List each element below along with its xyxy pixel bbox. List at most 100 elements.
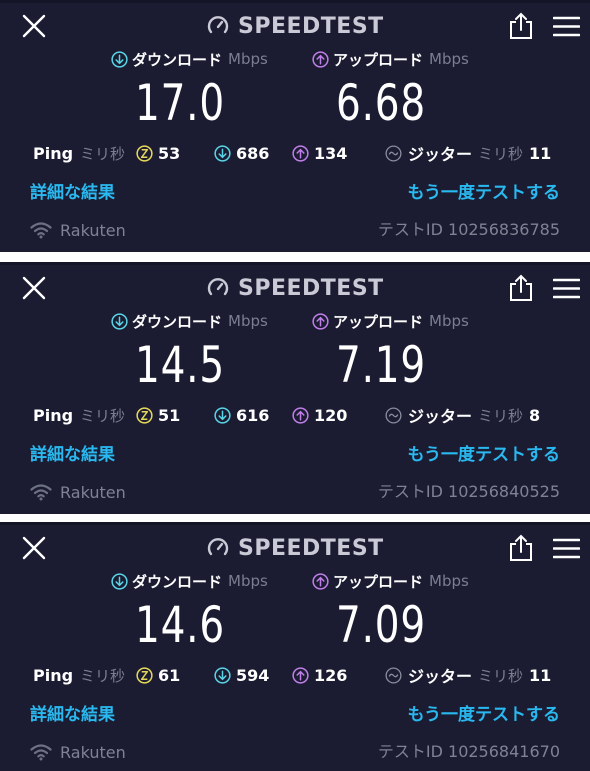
upload-unit: Mbps [429, 50, 469, 68]
retest-link[interactable]: もう一度テストする [408, 700, 561, 725]
ping-upload: 126 [292, 662, 347, 688]
ping-label: Ping [33, 405, 74, 425]
download-label: ダウンロード Mbps [111, 310, 268, 332]
gauge-icon [207, 278, 229, 296]
wifi-icon [30, 484, 52, 501]
app-title: SPEEDTEST [206, 272, 384, 304]
download-value: 17.0 [135, 74, 225, 132]
idle-ping-icon [136, 144, 153, 162]
wifi-icon [30, 744, 52, 761]
share-icon[interactable] [508, 12, 534, 40]
ping-idle-value: 53 [158, 143, 181, 163]
upload-value: 6.68 [336, 74, 426, 132]
idle-ping-icon [136, 666, 153, 684]
ping-idle: 51 [136, 402, 180, 428]
close-icon[interactable] [22, 536, 46, 560]
jitter-unit: ミリ秒 [478, 144, 524, 163]
ping-idle: 53 [136, 140, 180, 166]
upload-label: アップロード Mbps [312, 310, 469, 332]
retest-link[interactable]: もう一度テストする [408, 178, 561, 203]
provider-row: Rakuten [30, 740, 126, 764]
ping-idle-value: 51 [158, 405, 181, 425]
ping-label: Ping [33, 665, 74, 685]
menu-icon[interactable] [553, 16, 580, 37]
provider-row: Rakuten [30, 218, 126, 242]
download-label: ダウンロード Mbps [111, 570, 268, 592]
ping-upload: 134 [292, 140, 347, 166]
idle-ping-icon [136, 406, 153, 424]
wifi-icon [30, 222, 52, 239]
ping-row: Ping ミリ秒 51 616 120 ジッター ミリ秒 8 [33, 402, 573, 428]
jitter-label: ジッター [408, 407, 473, 426]
upload-value: 7.09 [336, 596, 426, 654]
download-unit: Mbps [228, 312, 268, 330]
download-label-text: ダウンロード [132, 572, 223, 591]
upload-label: アップロード Mbps [312, 48, 469, 70]
arrow-up-circle-icon [292, 144, 309, 162]
gauge-icon [207, 538, 229, 556]
arrow-up-circle-icon [312, 50, 329, 68]
ping-row: Ping ミリ秒 61 594 126 ジッター ミリ秒 11 [33, 662, 573, 688]
jitter-icon [385, 406, 402, 424]
upload-label-text: アップロード [333, 572, 424, 591]
ping-unit: ミリ秒 [80, 144, 126, 163]
arrow-down-circle-icon [111, 50, 128, 68]
jitter-value: 8 [529, 405, 541, 425]
jitter: ジッター ミリ秒 11 [385, 662, 551, 688]
speedtest-result-panel: SPEEDTEST ダウンロード Mbps アップロード Mbps 17.0 6… [0, 0, 590, 252]
arrow-down-circle-icon [214, 144, 231, 162]
speedtest-result-panel: SPEEDTEST ダウンロード Mbps アップロード Mbps 14.6 7… [0, 522, 590, 771]
jitter-label: ジッター [408, 145, 473, 164]
upload-label-text: アップロード [333, 312, 424, 331]
ping-download-value: 594 [236, 665, 270, 685]
ping-upload-value: 120 [314, 405, 348, 425]
test-id: テストID 10256836785 [377, 220, 560, 239]
ping-idle-value: 61 [158, 665, 181, 685]
test-id: テストID 10256841670 [377, 742, 560, 761]
download-label-text: ダウンロード [132, 50, 223, 69]
ping-label: Ping [33, 143, 74, 163]
jitter-label: ジッター [408, 667, 473, 686]
arrow-up-circle-icon [292, 406, 309, 424]
ping-idle: 61 [136, 662, 180, 688]
share-icon[interactable] [508, 274, 534, 302]
detailed-results-link[interactable]: 詳細な結果 [30, 178, 115, 203]
close-icon[interactable] [22, 14, 46, 38]
jitter-icon [385, 144, 402, 162]
menu-icon[interactable] [553, 538, 580, 559]
download-value: 14.6 [135, 596, 225, 654]
close-icon[interactable] [22, 276, 46, 300]
jitter: ジッター ミリ秒 8 [385, 402, 540, 428]
provider-row: Rakuten [30, 480, 126, 504]
jitter: ジッター ミリ秒 11 [385, 140, 551, 166]
upload-label-text: アップロード [333, 50, 424, 69]
jitter-unit: ミリ秒 [478, 406, 524, 425]
ping-download: 616 [214, 402, 269, 428]
detailed-results-link[interactable]: 詳細な結果 [30, 700, 115, 725]
test-id: テストID 10256840525 [377, 482, 560, 501]
app-title-text: SPEEDTEST [238, 13, 384, 39]
arrow-down-circle-icon [111, 572, 128, 590]
upload-label: アップロード Mbps [312, 570, 469, 592]
detailed-results-link[interactable]: 詳細な結果 [30, 440, 115, 465]
share-icon[interactable] [508, 534, 534, 562]
download-label: ダウンロード Mbps [111, 48, 268, 70]
ping-unit: ミリ秒 [80, 666, 126, 685]
app-title: SPEEDTEST [206, 10, 384, 42]
retest-link[interactable]: もう一度テストする [408, 440, 561, 465]
menu-icon[interactable] [553, 278, 580, 299]
ping-download: 594 [214, 662, 269, 688]
upload-unit: Mbps [429, 312, 469, 330]
arrow-up-circle-icon [312, 572, 329, 590]
arrow-up-circle-icon [292, 666, 309, 684]
download-value: 14.5 [135, 336, 225, 394]
ping-row: Ping ミリ秒 53 686 134 ジッター ミリ秒 11 [33, 140, 573, 166]
arrow-up-circle-icon [312, 312, 329, 330]
app-title-text: SPEEDTEST [238, 275, 384, 301]
gauge-icon [207, 16, 229, 34]
ping-upload: 120 [292, 402, 347, 428]
jitter-value: 11 [529, 665, 552, 685]
download-label-text: ダウンロード [132, 312, 223, 331]
jitter-unit: ミリ秒 [478, 666, 524, 685]
app-title: SPEEDTEST [206, 532, 384, 564]
